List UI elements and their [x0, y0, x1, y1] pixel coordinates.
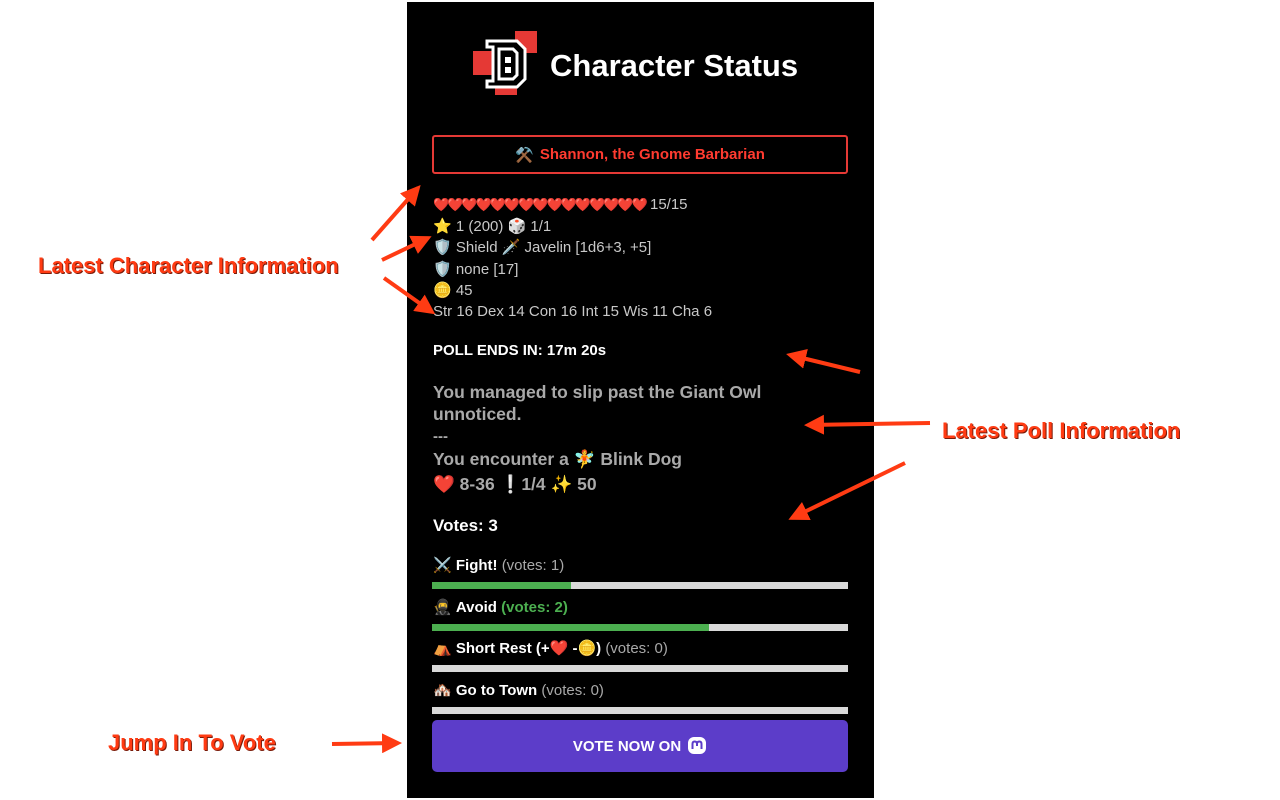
- arrow-to-vote-button: [331, 733, 402, 754]
- arrow-to-encounter: [788, 461, 906, 520]
- arrow-to-story: [804, 414, 931, 435]
- arrow-to-poll-timer: [786, 349, 861, 374]
- arrow-to-equipment: [381, 235, 432, 262]
- arrow-to-stats: [382, 276, 436, 315]
- annotation-arrows: [331, 185, 931, 754]
- arrow-to-health: [370, 185, 421, 242]
